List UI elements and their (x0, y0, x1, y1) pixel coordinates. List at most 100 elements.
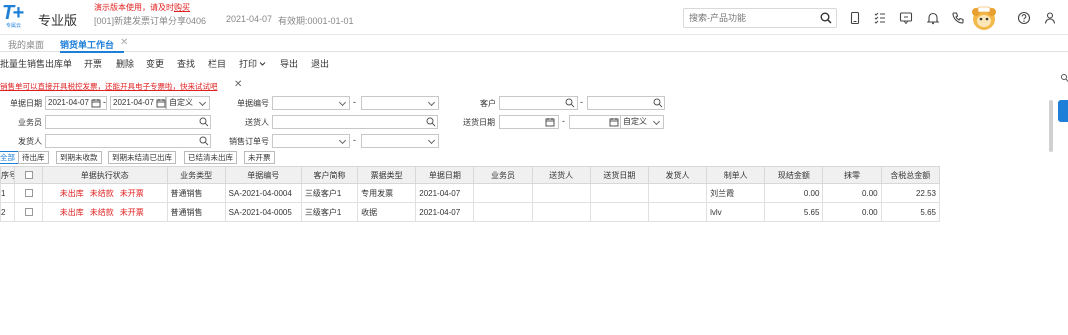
sales-order-to-select[interactable] (361, 134, 439, 148)
columns-button[interactable]: 栏目 (208, 57, 226, 70)
invoice-button[interactable]: 开票 (84, 57, 102, 70)
total-amount-cell: 22.53 (880, 183, 941, 203)
column-header[interactable]: 现结金额 (764, 166, 824, 184)
total-amount-cell: 5.65 (880, 202, 941, 222)
column-header[interactable]: 单据编号 (224, 166, 302, 184)
close-icon[interactable]: ✕ (120, 37, 128, 48)
buy-link[interactable]: 购买 (174, 3, 190, 12)
doc-no-cell[interactable]: SA-2021-04-0005 (224, 202, 302, 222)
sender-cell (647, 183, 708, 203)
status-outbound[interactable]: 未出库 (60, 208, 84, 217)
user-icon[interactable] (1043, 11, 1057, 25)
batch-outbound-button[interactable]: 批量生销售出库单 (0, 57, 72, 70)
export-button[interactable]: 导出 (280, 57, 298, 70)
print-button[interactable]: 打印 (239, 57, 266, 70)
doc-no-to-select[interactable] (361, 96, 439, 110)
doc-no-from-select[interactable] (272, 96, 350, 110)
find-button[interactable]: 查找 (177, 57, 195, 70)
help-icon[interactable] (1017, 11, 1031, 25)
mascot-icon[interactable] (969, 4, 999, 32)
column-header[interactable]: 业务员 (473, 166, 533, 184)
search-icon[interactable] (199, 117, 209, 127)
search-input[interactable] (684, 9, 814, 27)
search-icon[interactable] (565, 98, 575, 108)
cash-amount-cell: 0.00 (764, 183, 824, 203)
table-row[interactable]: 2 未出库 未结款 未开票 普通销售 SA-2021-04-0005 三级客户1 收… (0, 202, 941, 222)
salesman-label: 业务员 (18, 118, 42, 127)
biz-type-cell: 普通销售 (166, 202, 226, 222)
rounding-cell: 0.00 (822, 202, 882, 222)
search-icon[interactable] (1060, 73, 1068, 83)
search-icon[interactable] (820, 12, 832, 24)
row-checkbox[interactable] (24, 208, 33, 217)
tab-desktop[interactable]: 我的桌面 (8, 38, 44, 51)
rounding-cell: 0.00 (822, 183, 882, 203)
status-invoice[interactable]: 未开票 (120, 208, 144, 217)
column-header[interactable]: 发货人 (647, 166, 708, 184)
page-tabs: 我的桌面 销货单工作台 ✕ (0, 35, 1068, 82)
status-outbound[interactable]: 未出库 (60, 189, 84, 198)
salesman-input[interactable] (45, 115, 211, 129)
filter-tab-settled-not-outbound[interactable]: 已结清未出库 (184, 151, 237, 164)
column-header[interactable]: 客户简称 (300, 166, 359, 184)
calendar-icon[interactable] (609, 117, 619, 127)
sender-input[interactable] (45, 134, 211, 148)
calendar-icon[interactable] (545, 117, 555, 127)
phone-icon[interactable] (951, 11, 965, 25)
status-payment[interactable]: 未结款 (90, 208, 114, 217)
column-header[interactable]: 单据执行状态 (42, 166, 168, 184)
delete-button[interactable]: 删除 (116, 57, 134, 70)
column-header[interactable]: 含税总金额 (880, 166, 941, 184)
filter-tab-pending-outbound[interactable]: 待出库 (18, 151, 49, 164)
filter-tab-due-unsettled-outbound[interactable]: 到期未结清已出库 (108, 151, 176, 164)
mobile-icon[interactable] (848, 11, 862, 25)
message-icon[interactable] (899, 11, 913, 25)
side-panel-tab[interactable] (1058, 100, 1068, 122)
account-name: [001]新建发票订单分享0406 (94, 16, 207, 26)
column-header[interactable]: 抹零 (822, 166, 882, 184)
tab-sales-workbench[interactable]: 销货单工作台 (60, 38, 125, 53)
doc-date-cell: 2021-04-07 (415, 202, 475, 222)
search-box[interactable] (683, 8, 837, 28)
range-dash: - (580, 97, 583, 107)
change-button[interactable]: 变更 (146, 57, 164, 70)
select-all-header[interactable] (14, 166, 44, 184)
row-checkbox[interactable] (24, 189, 33, 198)
edition-label: 专业版 (38, 13, 78, 28)
select-all-checkbox[interactable] (24, 171, 33, 180)
filter-tab-due-unpaid[interactable]: 到期未收款 (56, 151, 102, 164)
filter-tab-all[interactable]: 全部 (0, 151, 19, 164)
column-header[interactable]: 制单人 (706, 166, 766, 184)
table-row[interactable]: 1 未出库 未结款 未开票 普通销售 SA-2021-04-0004 三级客户1 专… (0, 183, 941, 203)
close-icon[interactable]: ✕ (234, 79, 242, 90)
filter-tab-not-invoiced[interactable]: 未开票 (244, 151, 275, 164)
status-invoice[interactable]: 未开票 (120, 189, 144, 198)
delivery-date-cell (589, 183, 649, 203)
search-icon[interactable] (426, 117, 436, 127)
invoice-type-cell: 专用发票 (357, 183, 417, 203)
column-header[interactable]: 序号 (0, 166, 16, 184)
calendar-icon[interactable] (91, 98, 101, 108)
column-header[interactable]: 单据日期 (415, 166, 475, 184)
status-payment[interactable]: 未结款 (90, 189, 114, 198)
column-header[interactable]: 业务类型 (166, 166, 226, 184)
promo-notice[interactable]: 销售单可以直接开具税控发票，还能开具电子专票啦，快来试试吧 (0, 81, 218, 92)
column-header[interactable]: 送货日期 (589, 166, 649, 184)
delivery-date-range-select[interactable]: 自定义 (620, 115, 664, 129)
sales-order-from-select[interactable] (272, 134, 350, 148)
search-icon[interactable] (653, 98, 663, 108)
sender-label: 发货人 (18, 137, 42, 146)
execution-status: 未出库 未结款 未开票 (42, 183, 168, 203)
calendar-icon[interactable] (156, 98, 166, 108)
doc-no-cell[interactable]: SA-2021-04-0004 (224, 183, 302, 203)
scrollbar[interactable] (1049, 100, 1053, 152)
sales-table: 序号 单据执行状态 业务类型 单据编号 客户简称 票据类型 单据日期 业务员 送… (0, 166, 941, 222)
checklist-icon[interactable] (873, 11, 887, 25)
doc-date-range-select[interactable]: 自定义 (166, 96, 210, 110)
column-header[interactable]: 票据类型 (357, 166, 417, 184)
column-header[interactable]: 送货人 (531, 166, 591, 184)
search-icon[interactable] (199, 136, 209, 146)
exit-button[interactable]: 退出 (311, 57, 329, 70)
bell-icon[interactable] (926, 11, 940, 25)
deliverer-input[interactable] (272, 115, 438, 129)
